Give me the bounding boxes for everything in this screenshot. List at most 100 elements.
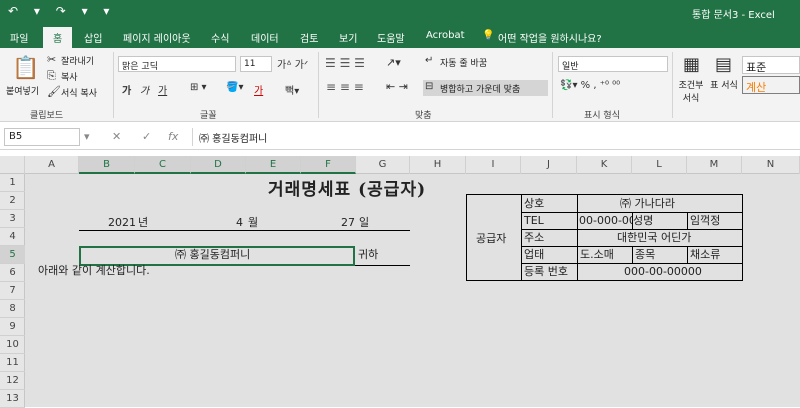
accounting-icon[interactable]: 💱▾ % , ⁺⁰ ⁰⁰ [560,80,620,91]
quick-access-toolbar[interactable]: ↶ ▾ ↷ ▾ ▾ [8,4,115,18]
row-header[interactable]: 4 [0,228,25,246]
column-header[interactable]: I [466,156,521,174]
table-border [687,246,688,263]
copy-button[interactable]: 복사 [61,70,78,83]
border-icon[interactable]: ⊞ ▾ [190,82,207,93]
fill-color-icon[interactable]: 🪣▾ [226,82,243,93]
indent-icon[interactable]: ⇤ ⇥ [386,80,408,93]
row-header[interactable]: 3 [0,210,25,228]
underline-icon[interactable]: 가 [158,82,167,97]
tab-data[interactable]: 데이터 [251,30,279,45]
select-all-corner[interactable] [0,156,25,174]
cancel-icon[interactable]: ✕ [112,130,121,143]
tab-view[interactable]: 보기 [339,30,357,45]
supplier-tel-value: 00-000-00 [579,214,632,227]
enter-icon[interactable]: ✓ [142,130,151,143]
supplier-item-value: 채소류 [690,248,721,261]
tab-formulas[interactable]: 수식 [211,30,229,45]
ribbon: 📋 붙여넣기 ✂ 잘라내기 ⎘ 복사 🖌 서식 복사 클립보드 맑은 고딕 11… [0,48,800,122]
gridline [410,174,411,407]
supplier-item-label: 종목 [635,248,656,261]
supplier-person-label: 성명 [633,214,654,227]
row-header[interactable]: 12 [0,372,25,390]
insert-function-icon[interactable]: fx [168,130,178,143]
column-header[interactable]: J [521,156,577,174]
tab-file[interactable]: 파일 [10,30,28,45]
row-header[interactable]: 10 [0,336,25,354]
column-header[interactable]: M [687,156,742,174]
gridline [191,174,192,407]
column-header[interactable]: E [246,156,301,174]
name-box[interactable]: B5 [4,128,80,146]
conditional-format-button[interactable]: 조건부 서식 [676,78,706,104]
table-border [742,194,743,281]
merge-center-button[interactable]: 병합하고 가운데 맞춤 [440,82,520,95]
gridline [687,174,688,407]
tab-page-layout[interactable]: 페이지 레이아웃 [123,30,191,45]
title-bar: ↶ ▾ ↷ ▾ ▾ 통합 문서3 - Excel [0,0,800,24]
column-header[interactable]: D [191,156,246,174]
italic-icon[interactable]: 가 [140,82,149,97]
column-header[interactable]: C [135,156,191,174]
separator [672,52,673,118]
gridline [246,174,247,407]
row-header[interactable]: 8 [0,300,25,318]
phonetic-icon[interactable]: 뻑▾ [285,82,299,97]
row-header[interactable]: 2 [0,192,25,210]
column-header[interactable]: N [742,156,800,174]
font-size-select[interactable]: 11 [240,56,272,72]
namebox-dropdown-icon[interactable]: ▾ [84,130,90,143]
row-header[interactable]: 5 [0,246,25,264]
supplier-address-value: 대한민국 어딘가 [617,231,692,244]
style-normal[interactable]: 표준 [742,56,800,74]
font-name-select[interactable]: 맑은 고딕 [118,56,236,72]
format-painter-button[interactable]: 서식 복사 [61,86,97,99]
tab-insert[interactable]: 삽입 [84,30,102,45]
format-table-button[interactable]: 표 서식 [710,78,738,91]
column-header[interactable]: A [25,156,79,174]
align-top-icon[interactable]: ☰ ☰ ☰ [325,56,365,70]
clipboard-group-label: 클립보드 [30,111,64,121]
style-calculation[interactable]: 계산 [742,76,800,94]
row-header[interactable]: 9 [0,318,25,336]
supplier-reg-value: 000-00-00000 [624,265,702,278]
tell-me-box[interactable]: 어떤 작업을 원하시나요? [498,30,602,45]
tab-home[interactable]: 홈 [43,27,73,48]
formula-bar: B5 ▾ ✕ ✓ fx ㈜ 홍길동컴퍼니 [0,124,800,150]
column-header[interactable]: L [632,156,687,174]
column-header[interactable]: F [301,156,356,174]
tab-help[interactable]: 도움말 [377,30,405,45]
copy-icon: ⎘ [47,69,56,82]
worksheet-grid[interactable] [25,174,800,407]
tab-acrobat[interactable]: Acrobat [426,30,465,41]
supplier-reg-label: 등록 번호 [524,265,568,278]
honorific: 귀하 [358,248,379,261]
row-header[interactable]: 6 [0,264,25,282]
date-underline [79,230,410,231]
orientation-icon[interactable]: ↗▾ [386,56,401,69]
align-left-icon[interactable]: ≡ ≡ ≡ [326,80,364,94]
column-header[interactable]: H [410,156,466,174]
column-header[interactable]: G [356,156,410,174]
paste-icon[interactable]: 📋 [12,56,39,81]
font-grow-icon[interactable]: 가ᐞ 가ᐟ [277,56,308,71]
font-color-icon[interactable]: 가 [254,82,263,97]
format-table-icon: ▤ [715,54,733,75]
row-header[interactable]: 1 [0,174,25,192]
scissors-icon: ✂ [47,53,57,66]
column-header[interactable]: B [79,156,135,174]
row-header[interactable]: 7 [0,282,25,300]
bold-icon[interactable]: 가 [122,82,131,97]
note-text: 아래와 같이 계산합니다. [38,264,150,277]
row-header[interactable]: 11 [0,354,25,372]
formula-input[interactable]: ㈜ 홍길동컴퍼니 [192,128,796,146]
paste-button[interactable]: 붙여넣기 [6,84,39,97]
row-header[interactable]: 13 [0,390,25,408]
column-header[interactable]: K [577,156,632,174]
tab-review[interactable]: 검토 [300,30,318,45]
wrap-text-icon: ↵ [425,55,434,66]
number-format-select[interactable]: 일반 [558,56,668,72]
wrap-text-button[interactable]: 자동 줄 바꿈 [440,56,487,69]
cut-button[interactable]: 잘라내기 [61,54,94,67]
alignment-group-label: 맞춤 [415,111,432,121]
